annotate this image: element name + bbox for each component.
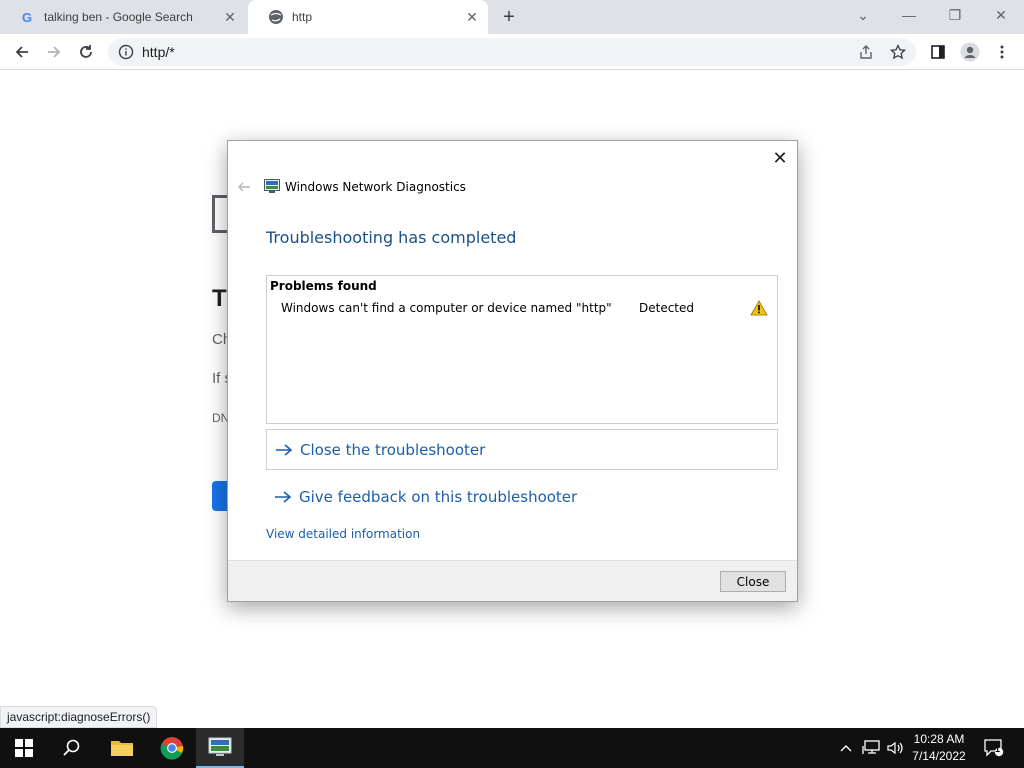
forward-button[interactable] [40,38,68,66]
notification-count-badge: 1 [995,744,1001,754]
google-g-icon: G [20,9,36,25]
file-explorer-icon[interactable] [98,728,146,768]
problem-row[interactable]: Windows can't find a computer or device … [267,298,777,320]
address-bar[interactable]: http/* [108,38,916,66]
back-arrow-icon[interactable] [236,179,252,195]
give-feedback-link[interactable]: Give feedback on this troubleshooter [266,477,778,517]
browser-toolbar: http/* [0,34,1024,70]
close-button[interactable]: Close [720,571,786,592]
error-title-fragment: T [212,285,227,312]
reload-button[interactable] [72,38,100,66]
network-diagnostics-dialog: ✕ Windows Network Diagnostics Troublesho… [227,140,798,602]
bookmark-star-icon[interactable] [884,38,912,66]
notification-center-icon[interactable]: 1 [982,728,1006,768]
close-troubleshooter-label: Close the troubleshooter [300,440,486,459]
tab-http[interactable]: http ✕ [248,0,488,34]
profile-avatar-icon[interactable] [956,38,984,66]
arrow-right-icon [273,489,293,505]
arrow-right-icon [274,442,294,458]
problems-header: Problems found [270,279,377,293]
problem-description: Windows can't find a computer or device … [281,301,612,315]
status-bubble: javascript:diagnoseErrors() [0,706,158,728]
chrome-icon[interactable] [148,728,196,768]
problem-status: Detected [639,301,695,315]
network-diagnostics-taskbar-icon[interactable] [196,728,244,768]
dialog-app-title: Windows Network Diagnostics [285,180,466,194]
tab-search-icon[interactable]: ⌄ [840,0,886,30]
address-text: http/* [142,44,175,60]
view-detailed-information-link[interactable]: View detailed information [266,527,420,541]
menu-kebab-icon[interactable] [988,38,1016,66]
info-icon[interactable] [118,44,134,60]
reload-page-button[interactable] [212,481,228,511]
close-troubleshooter-link[interactable]: Close the troubleshooter [266,429,778,470]
close-tab-icon[interactable]: ✕ [464,9,480,25]
back-button[interactable] [8,38,36,66]
new-tab-button[interactable]: + [498,6,520,28]
globe-icon [268,9,284,25]
tab-title: talking ben - Google Search [44,10,193,24]
taskbar: 10:28 AM 7/14/2022 1 [0,728,1024,768]
share-icon[interactable] [852,38,880,66]
close-icon[interactable]: ✕ [769,147,791,169]
start-windows-icon[interactable] [0,728,48,768]
clock-date: 7/14/2022 [912,749,966,763]
svg-text:G: G [22,10,32,24]
search-icon[interactable] [48,728,96,768]
dialog-footer: Close [228,560,797,601]
tab-google-search[interactable]: G talking ben - Google Search ✕ [0,0,246,34]
minimize-button[interactable]: — [886,0,932,30]
network-diagnostics-icon [264,179,280,193]
warning-icon [750,300,768,316]
close-window-button[interactable]: ✕ [978,0,1024,30]
dialog-heading: Troubleshooting has completed [266,228,517,247]
problems-list: Problems found Windows can't find a comp… [266,275,778,424]
give-feedback-label: Give feedback on this troubleshooter [299,488,578,506]
show-hidden-icons-chevron-icon[interactable] [836,728,856,768]
side-panel-icon[interactable] [924,38,952,66]
tab-strip: G talking ben - Google Search ✕ http ✕ +… [0,0,1024,34]
restore-button[interactable]: ❐ [932,0,978,30]
tab-title: http [292,10,313,24]
network-icon[interactable] [860,728,882,768]
clock-time: 10:28 AM [913,732,965,746]
close-tab-icon[interactable]: ✕ [222,9,238,25]
taskbar-clock[interactable]: 10:28 AM 7/14/2022 [900,731,978,765]
